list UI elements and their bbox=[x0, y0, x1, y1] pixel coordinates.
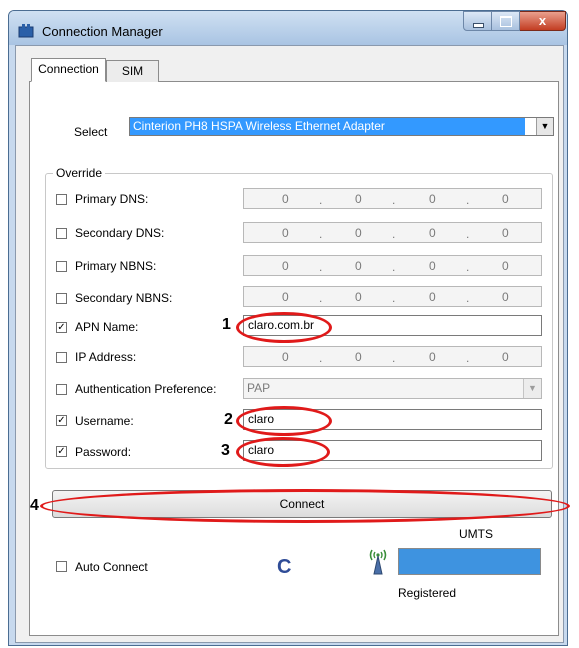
ip-dot: . bbox=[466, 351, 470, 365]
secondary-nbns-checkbox[interactable] bbox=[56, 293, 67, 304]
ip-dot: . bbox=[392, 227, 396, 241]
annotation-number: 3 bbox=[221, 442, 230, 459]
override-legend: Override bbox=[53, 166, 106, 180]
primary-dns-checkbox[interactable] bbox=[56, 194, 67, 205]
ip-dot: . bbox=[319, 351, 323, 365]
ip-dot: . bbox=[319, 291, 323, 305]
ip-address-label: IP Address: bbox=[75, 350, 137, 364]
chevron-down-icon: ▼ bbox=[540, 121, 550, 131]
ip-octet: 0 bbox=[502, 192, 509, 206]
ip-dot: . bbox=[392, 260, 396, 274]
auth-pref-select: PAP bbox=[243, 378, 542, 399]
secondary-nbns-label: Secondary NBNS: bbox=[75, 291, 173, 305]
annotation-ellipse bbox=[236, 437, 330, 467]
password-checkbox[interactable]: ✓ bbox=[56, 446, 67, 457]
network-type-label: UMTS bbox=[459, 527, 493, 541]
ip-dot: . bbox=[466, 193, 470, 207]
username-label: Username: bbox=[75, 414, 134, 428]
username-checkbox[interactable]: ✓ bbox=[56, 415, 67, 426]
ip-address-checkbox[interactable] bbox=[56, 352, 67, 363]
minimize-icon bbox=[473, 23, 484, 28]
ip-dot: . bbox=[392, 193, 396, 207]
signal-strength-bar bbox=[398, 548, 541, 575]
select-label: Select bbox=[74, 125, 108, 139]
ip-octet: 0 bbox=[429, 192, 436, 206]
ip-octet: 0 bbox=[429, 290, 436, 304]
ip-octet: 0 bbox=[429, 350, 436, 364]
ip-octet: 0 bbox=[502, 290, 509, 304]
antenna-icon bbox=[369, 549, 387, 575]
annotation-number: 2 bbox=[224, 411, 233, 428]
maximize-button[interactable] bbox=[492, 11, 520, 31]
auto-connect-checkbox[interactable] bbox=[56, 561, 67, 572]
ip-octet: 0 bbox=[282, 350, 289, 364]
ip-octet: 0 bbox=[502, 350, 509, 364]
ip-dot: . bbox=[466, 260, 470, 274]
ip-octet: 0 bbox=[429, 226, 436, 240]
signal-strength-fill bbox=[399, 549, 540, 574]
ip-octet: 0 bbox=[355, 350, 362, 364]
ip-octet: 0 bbox=[502, 226, 509, 240]
ip-address-field: 0 . 0 . 0 . 0 bbox=[243, 346, 542, 367]
ip-octet: 0 bbox=[355, 290, 362, 304]
ip-dot: . bbox=[319, 227, 323, 241]
secondary-dns-label: Secondary DNS: bbox=[75, 226, 165, 240]
ip-octet: 0 bbox=[502, 259, 509, 273]
refresh-icon[interactable]: C bbox=[277, 556, 291, 579]
auth-pref-dropdown: ▼ bbox=[523, 379, 541, 398]
primary-dns-field: 0 . 0 . 0 . 0 bbox=[243, 188, 542, 209]
dropdown-button[interactable]: ▼ bbox=[536, 118, 553, 135]
secondary-dns-field: 0 . 0 . 0 . 0 bbox=[243, 222, 542, 243]
tab-connection[interactable]: Connection bbox=[31, 58, 106, 82]
primary-dns-label: Primary DNS: bbox=[75, 192, 149, 206]
ip-octet: 0 bbox=[355, 259, 362, 273]
close-icon: x bbox=[538, 13, 547, 28]
network-app-icon bbox=[18, 24, 34, 38]
secondary-nbns-field: 0 . 0 . 0 . 0 bbox=[243, 286, 542, 307]
maximize-icon bbox=[500, 16, 512, 27]
annotation-ellipse bbox=[40, 489, 570, 523]
primary-nbns-field: 0 . 0 . 0 . 0 bbox=[243, 255, 542, 276]
ip-octet: 0 bbox=[429, 259, 436, 273]
minimize-button[interactable] bbox=[463, 11, 492, 31]
secondary-dns-checkbox[interactable] bbox=[56, 228, 67, 239]
annotation-ellipse bbox=[236, 406, 332, 436]
annotation-ellipse bbox=[236, 312, 332, 343]
ip-dot: . bbox=[466, 291, 470, 305]
ip-dot: . bbox=[392, 351, 396, 365]
primary-nbns-label: Primary NBNS: bbox=[75, 259, 157, 273]
password-label: Password: bbox=[75, 445, 132, 459]
auth-pref-checkbox[interactable] bbox=[56, 384, 67, 395]
auth-pref-label: Authentication Preference: bbox=[75, 382, 217, 396]
apn-name-checkbox[interactable]: ✓ bbox=[56, 322, 67, 333]
annotation-number: 4 bbox=[30, 497, 39, 514]
annotation-number: 1 bbox=[222, 316, 231, 333]
ip-dot: . bbox=[466, 227, 470, 241]
ip-octet: 0 bbox=[282, 226, 289, 240]
window-title: Connection Manager bbox=[42, 24, 163, 39]
registration-status: Registered bbox=[398, 586, 457, 600]
ip-octet: 0 bbox=[355, 192, 362, 206]
primary-nbns-checkbox[interactable] bbox=[56, 261, 67, 272]
apn-name-label: APN Name: bbox=[75, 320, 139, 334]
auto-connect-label: Auto Connect bbox=[75, 560, 148, 574]
ip-octet: 0 bbox=[355, 226, 362, 240]
adapter-select-value: Cinterion PH8 HSPA Wireless Ethernet Ada… bbox=[130, 118, 525, 135]
ip-dot: . bbox=[392, 291, 396, 305]
ip-octet: 0 bbox=[282, 290, 289, 304]
ip-dot: . bbox=[319, 193, 323, 207]
close-button[interactable]: x bbox=[520, 11, 566, 31]
chevron-down-icon: ▼ bbox=[528, 383, 537, 393]
tab-sim[interactable]: SIM bbox=[106, 60, 159, 82]
ip-octet: 0 bbox=[282, 259, 289, 273]
ip-octet: 0 bbox=[282, 192, 289, 206]
ip-dot: . bbox=[319, 260, 323, 274]
